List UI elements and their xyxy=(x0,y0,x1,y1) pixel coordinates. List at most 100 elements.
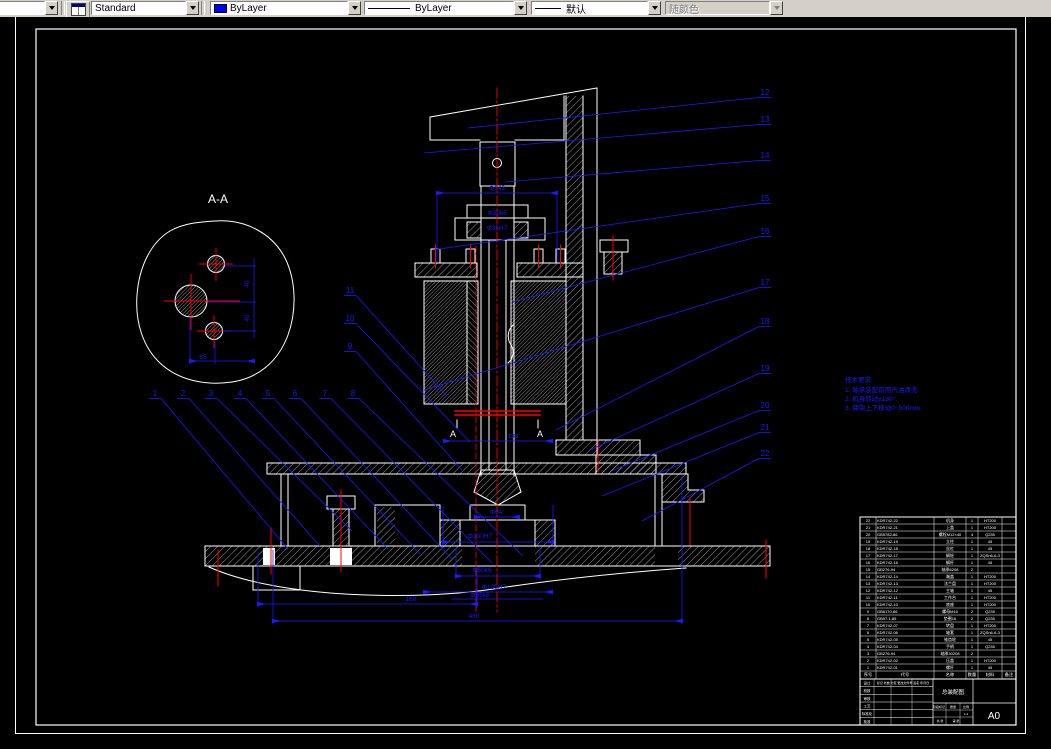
dim-text: Φ135H7 xyxy=(482,584,507,591)
bom-cell: 蜗轮 xyxy=(946,552,954,558)
bom-cell: 工作台 xyxy=(944,594,956,600)
titleblock-sig-label: 审核 xyxy=(864,696,872,701)
bom-cell: HT200 xyxy=(984,574,997,579)
section-view-title: A-A xyxy=(208,192,228,206)
lineweight-combo-arrow[interactable] xyxy=(648,1,661,15)
notes-line: 3. 臂架上下移动0~500mm. xyxy=(845,403,922,412)
bom-cell: 轴承30208 xyxy=(940,650,960,656)
bom-cell: KDR742-22 xyxy=(877,518,899,523)
color-combo[interactable]: ByLayer xyxy=(210,1,361,15)
bom-cell: 45 xyxy=(988,546,993,551)
balloon-number: 16 xyxy=(761,227,770,236)
bom-cell: KDR742-07 xyxy=(877,623,899,628)
bom-cell: 20 xyxy=(866,532,871,537)
titleblock-sig-label: 批准 xyxy=(864,719,872,724)
text-style-combo[interactable]: Standard xyxy=(91,1,199,15)
bom-cell: 手柄 xyxy=(946,643,954,649)
bom-header: 代号 xyxy=(901,671,909,678)
bom-cell: Q235 xyxy=(985,616,996,621)
bom-cell: 13 xyxy=(866,581,871,586)
bom-cell: HT200 xyxy=(984,518,997,523)
bom-cell: 19 xyxy=(866,539,871,544)
balloon-number: 2 xyxy=(181,389,186,398)
body-block-right xyxy=(510,280,567,405)
balloon-number: 10 xyxy=(346,314,355,323)
text-style-button[interactable] xyxy=(66,1,90,18)
bom-cell: Q235 xyxy=(985,532,996,537)
dim-text: Φ35k6 xyxy=(487,210,507,217)
bom-cell: 45 xyxy=(988,637,993,642)
bom-cell: ZQSn6-6-3 xyxy=(980,630,1001,635)
bom-cell: Q235 xyxy=(985,609,996,614)
chevron-down-icon xyxy=(651,6,658,10)
balloon-number: 15 xyxy=(761,194,770,203)
bom-cell: 主轴 xyxy=(946,587,954,593)
dim-text: Φ65k6 xyxy=(470,592,490,599)
layer-combo-value[interactable]: 5 xyxy=(0,1,46,15)
chevron-down-icon xyxy=(773,6,780,10)
bom-cell: 21 xyxy=(866,525,871,530)
bom-cell: GB276-94 xyxy=(877,651,896,656)
plot-style-arrow xyxy=(770,1,783,15)
bom-cell: 螺母M16 xyxy=(942,608,959,614)
notes-line: 1. 轴承装配前用汽油清洗. xyxy=(845,385,919,394)
bom-cell: 锥齿轮 xyxy=(944,636,956,642)
balloon-number: 5 xyxy=(266,389,271,398)
linetype-combo[interactable]: ByLayer xyxy=(364,1,527,15)
lineweight-value: 默认 xyxy=(566,4,586,15)
bom-cell: 18 xyxy=(866,546,871,551)
linetype-combo-arrow[interactable] xyxy=(514,1,527,15)
dim-text: 160 xyxy=(406,596,417,603)
bom-cell: 压盖 xyxy=(946,657,954,663)
titleblock-label: 第 张 xyxy=(953,718,960,723)
bom-cell: KDR742-01 xyxy=(877,665,899,670)
top-toolbar: 5 Standard ByLayer ByLayer 默认 随颜色 xyxy=(0,0,1051,18)
titleblock-sig-label: 校核 xyxy=(864,688,872,693)
bom-cell: KDR742-12 xyxy=(877,588,899,593)
text-style-arrow[interactable] xyxy=(186,1,199,15)
bom-cell: 10 xyxy=(866,602,871,607)
linetype-value: ByLayer xyxy=(415,2,452,14)
bom-cell: HT200 xyxy=(984,581,997,586)
bom-cell: 15 xyxy=(866,567,871,572)
color-combo-arrow[interactable] xyxy=(348,1,361,15)
bom-cell: GB6170-86 xyxy=(877,609,898,614)
bom-cell: 轴承6208 xyxy=(942,566,960,572)
bom-cell: GB97.1-85 xyxy=(877,616,897,621)
bom-header: 材料 xyxy=(986,671,995,678)
balloon-number: 18 xyxy=(761,317,770,326)
bom-cell: 螺栓M12×40 xyxy=(939,531,962,537)
bom-cell: KDR742-04 xyxy=(877,644,899,649)
dim-text: 138 xyxy=(508,433,519,440)
titleblock-sig-label: 工艺 xyxy=(864,704,872,709)
bom-cell: 轴套 xyxy=(946,629,954,635)
drawing-canvas[interactable]: A-A A A 1 2 3 4 5 6 7 8 9 10 11 12 13 14… xyxy=(0,17,1051,744)
linetype-glyph xyxy=(368,7,410,9)
balloon-number: 7 xyxy=(323,389,328,398)
bom-cell: 14 xyxy=(866,574,871,579)
bom-cell: ZQSn6-6-3 xyxy=(980,553,1001,558)
chevron-down-icon xyxy=(189,6,196,10)
cad-drawing[interactable]: A-A A A 1 2 3 4 5 6 7 891011121314151617… xyxy=(0,17,1051,744)
dim-text: Φ64 xyxy=(490,509,503,516)
bom-cell: KDR742-18 xyxy=(877,546,899,551)
balloon-number: 14 xyxy=(761,151,770,160)
text-style-value[interactable]: Standard xyxy=(91,1,186,15)
titleblock-mark-row: 标记 处数 分区 更改文件号 签名 年月日 xyxy=(877,680,929,685)
bom-cell: KDR742-02 xyxy=(877,658,899,663)
layer-combo[interactable]: 5 xyxy=(0,1,58,15)
layer-combo-arrow[interactable] xyxy=(45,1,58,15)
bom-cell: 垫圈16 xyxy=(944,615,957,621)
bom-cell: GB5782-86 xyxy=(877,532,898,537)
dim-text: 480 xyxy=(469,613,480,620)
bom-cell: KDR742-13 xyxy=(877,581,899,586)
lineweight-combo[interactable]: 默认 xyxy=(531,1,661,15)
bom-cell: KDR742-19 xyxy=(877,539,899,544)
bom-cell: HT200 xyxy=(984,658,997,663)
bom-cell: 12 xyxy=(866,588,871,593)
bom-cell: GB276-94 xyxy=(877,567,896,572)
balloon-number: 8 xyxy=(351,389,356,398)
bom-cell: KDR742-06 xyxy=(877,630,899,635)
bom-header: 数量 xyxy=(968,671,976,678)
balloon-number: 6 xyxy=(293,389,298,398)
